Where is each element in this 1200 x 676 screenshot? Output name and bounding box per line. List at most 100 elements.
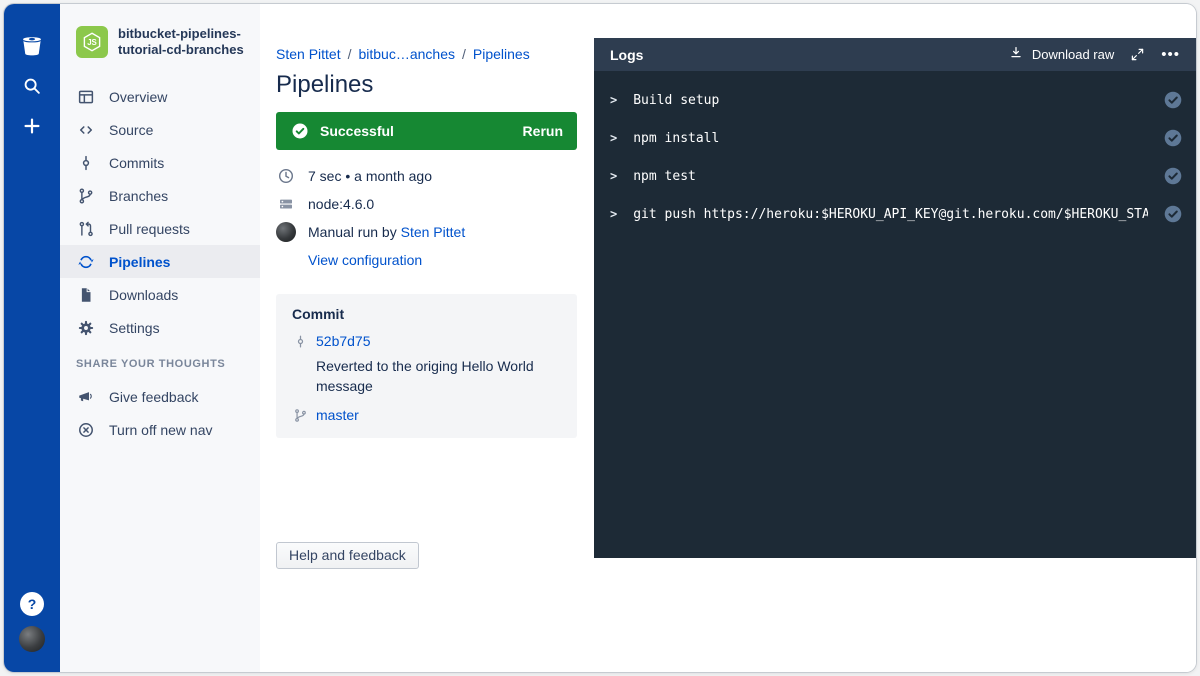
chevron-right-icon: > [610,169,617,183]
repo-header[interactable]: JS bitbucket-pipelines- tutorial-cd-bran… [60,26,260,58]
help-icon[interactable]: ? [20,592,44,616]
chevron-right-icon: > [610,93,617,107]
sidebar-item-label: Source [109,122,153,138]
breadcrumb-separator: / [348,44,352,64]
log-step-npm-install[interactable]: > npm install [610,119,1182,157]
commit-hash-row: 52b7d75 [292,330,561,352]
breadcrumb: Sten Pittet / bitbuc…anches / Pipelines [276,44,577,64]
breadcrumb-pipelines-link[interactable]: Pipelines [473,44,530,64]
sidebar-section-label: SHARE YOUR THOUGHTS [76,358,244,370]
image-text: node:4.6.0 [308,196,374,212]
sidebar-item-pull-requests[interactable]: Pull requests [60,212,260,245]
breadcrumb-separator: / [462,44,466,64]
commit-card: Commit 52b7d75 Reverted to the origing H… [276,294,577,438]
repo-avatar-label: JS [87,38,97,47]
log-step-npm-test[interactable]: > npm test [610,157,1182,195]
chevron-right-icon: > [610,207,617,221]
clock-icon [276,167,296,185]
run-user-avatar [276,222,296,242]
repo-nav: Overview Source Commits [60,80,260,344]
branch-icon [292,408,308,423]
sidebar-item-downloads[interactable]: Downloads [60,278,260,311]
bitbucket-logo-icon[interactable] [16,30,48,62]
view-configuration-row: View configuration [276,246,577,274]
sidebar-item-settings[interactable]: Settings [60,311,260,344]
logs-body: > Build setup > npm install [594,71,1196,558]
global-nav-rail: ? [4,4,60,672]
commit-icon [292,334,308,349]
check-circle-icon [290,121,310,141]
sidebar-item-label: Downloads [109,287,178,303]
download-raw-label: Download raw [1032,47,1114,62]
user-avatar[interactable] [19,626,45,652]
sidebar-item-commits[interactable]: Commits [60,146,260,179]
main-content: Sten Pittet / bitbuc…anches / Pipelines … [260,4,1196,672]
sidebar-item-branches[interactable]: Branches [60,179,260,212]
log-step-text: Build setup [633,93,1148,108]
step-check-icon [1164,205,1182,223]
log-step-text: npm install [633,131,1148,146]
sidebar-item-source[interactable]: Source [60,113,260,146]
logs-header: Logs Download raw [594,38,1196,71]
repo-name: bitbucket-pipelines- tutorial-cd-branche… [118,26,244,58]
log-step-build-setup[interactable]: > Build setup [610,81,1182,119]
sidebar-item-label: Turn off new nav [109,422,213,438]
expand-icon[interactable] [1130,47,1145,62]
sidebar-item-give-feedback[interactable]: Give feedback [60,380,260,413]
log-step-git-push[interactable]: > git push https://heroku:$HEROKU_API_KE… [610,195,1182,233]
image-row: node:4.6.0 [276,190,577,218]
sidebar-item-turn-off-new-nav[interactable]: Turn off new nav [60,413,260,446]
logs-panel: Logs Download raw [594,38,1196,558]
commits-icon [76,153,96,173]
commit-card-title: Commit [292,306,561,322]
status-label: Successful [320,123,394,139]
app-window: ? JS bitbucket-pipelines- tutorial-cd-br… [4,4,1196,672]
sidebar-item-label: Overview [109,89,167,105]
repo-avatar: JS [76,26,108,58]
sidebar-item-label: Give feedback [109,389,199,405]
view-configuration-link[interactable]: View configuration [308,252,422,268]
search-icon[interactable] [16,70,48,102]
pipelines-icon [76,252,96,272]
breadcrumb-repo-link[interactable]: bitbuc…anches [358,44,455,64]
run-user-link[interactable]: Sten Pittet [401,224,466,240]
breadcrumb-user-link[interactable]: Sten Pittet [276,44,341,64]
rerun-button[interactable]: Rerun [523,123,563,139]
chevron-right-icon: > [610,131,617,145]
logs-title: Logs [610,47,643,63]
sidebar-item-overview[interactable]: Overview [60,80,260,113]
page-title: Pipelines [276,70,577,100]
download-raw-button[interactable]: Download raw [1008,45,1114,64]
pipeline-metadata: 7 sec • a month ago node:4.6.0 [276,162,577,274]
run-info-text: Manual run by Sten Pittet [308,224,465,240]
branch-link[interactable]: master [316,407,359,423]
overview-icon [76,87,96,107]
step-check-icon [1164,91,1182,109]
megaphone-icon [76,387,96,407]
status-banner: Successful Rerun [276,112,577,150]
downloads-icon [76,285,96,305]
duration-text: 7 sec • a month ago [308,168,432,184]
docker-image-icon [276,195,296,213]
download-icon [1008,45,1024,64]
sidebar-item-label: Settings [109,320,160,336]
circle-x-icon [76,420,96,440]
source-code-icon [76,120,96,140]
commit-hash-link[interactable]: 52b7d75 [316,333,371,349]
branches-icon [76,186,96,206]
step-check-icon [1164,129,1182,147]
create-plus-icon[interactable] [16,110,48,142]
log-step-text: npm test [633,169,1148,184]
sidebar-item-label: Commits [109,155,164,171]
sidebar-item-label: Branches [109,188,168,204]
sidebar-item-label: Pipelines [109,254,170,270]
sidebar-item-pipelines[interactable]: Pipelines [60,245,260,278]
sidebar-item-label: Pull requests [109,221,190,237]
repo-sidebar: JS bitbucket-pipelines- tutorial-cd-bran… [60,4,260,672]
commit-branch-row: master [292,404,561,426]
help-and-feedback-button[interactable]: Help and feedback [276,542,419,569]
duration-row: 7 sec • a month ago [276,162,577,190]
pull-request-icon [76,219,96,239]
commit-message: Reverted to the origing Hello World mess… [316,356,561,396]
more-options-icon[interactable]: ••• [1161,47,1180,62]
